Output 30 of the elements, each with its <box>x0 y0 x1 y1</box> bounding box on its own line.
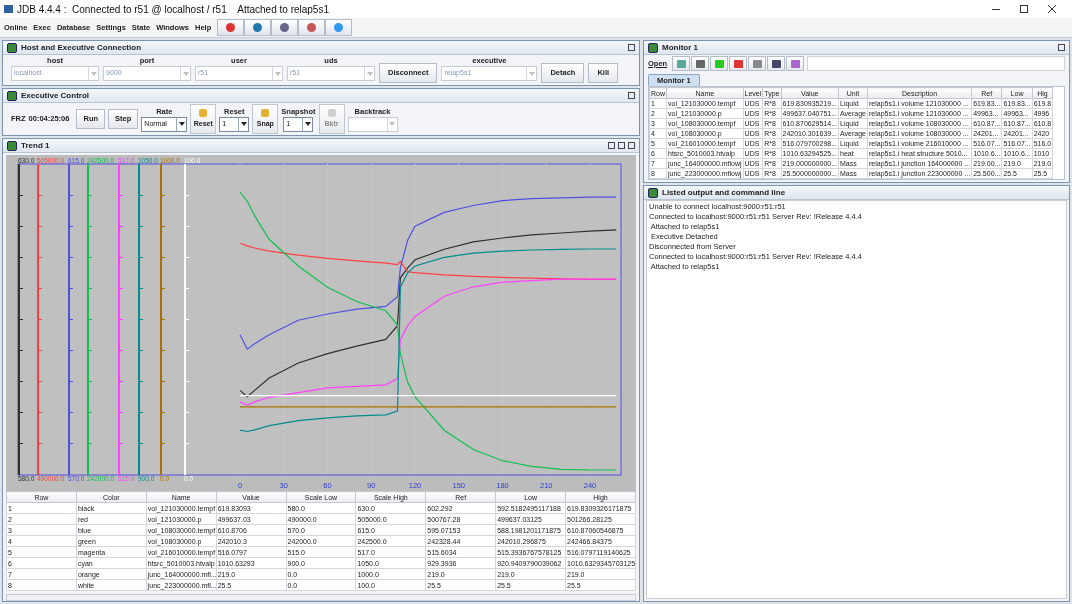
toolbar-icon[interactable] <box>691 56 710 71</box>
close-icon[interactable] <box>1048 5 1056 13</box>
panel-title: Host and Executive Connection <box>21 41 142 54</box>
caret-icon <box>389 122 395 126</box>
horizontal-scrollbar[interactable] <box>6 594 636 601</box>
toolbar-icon[interactable] <box>729 56 748 71</box>
window-control-icon[interactable] <box>1058 44 1065 51</box>
caret-icon <box>366 71 373 76</box>
caret-icon <box>240 122 247 126</box>
toolbar-icon[interactable] <box>217 19 245 36</box>
panel-title: Trend 1 <box>21 139 50 152</box>
panel-title: Monitor 1 <box>662 41 698 54</box>
window-control-icon[interactable] <box>628 92 635 99</box>
dropdown-field[interactable] <box>347 116 398 132</box>
app-icon <box>4 5 13 13</box>
caret-icon <box>528 71 535 76</box>
caret-icon <box>274 71 281 76</box>
toolbar-icon[interactable] <box>298 19 326 36</box>
toolbar-icon[interactable] <box>271 19 299 36</box>
toolbar-icon[interactable] <box>244 19 272 36</box>
window-title: JDB 4.4.4 : Connected to r51 @ localhost / r51 Attached to relap5s1 <box>17 2 329 17</box>
toolbar-icon[interactable] <box>767 56 786 71</box>
restore-icon[interactable] <box>1020 5 1028 13</box>
panel-title: Listed output and command line <box>662 186 786 199</box>
caret-icon <box>178 122 185 126</box>
panel-title: Executive Control <box>21 89 89 102</box>
caret-icon <box>182 71 189 76</box>
caret-icon <box>90 71 97 76</box>
caret-icon <box>304 122 311 126</box>
window-control-icon[interactable] <box>628 44 635 51</box>
